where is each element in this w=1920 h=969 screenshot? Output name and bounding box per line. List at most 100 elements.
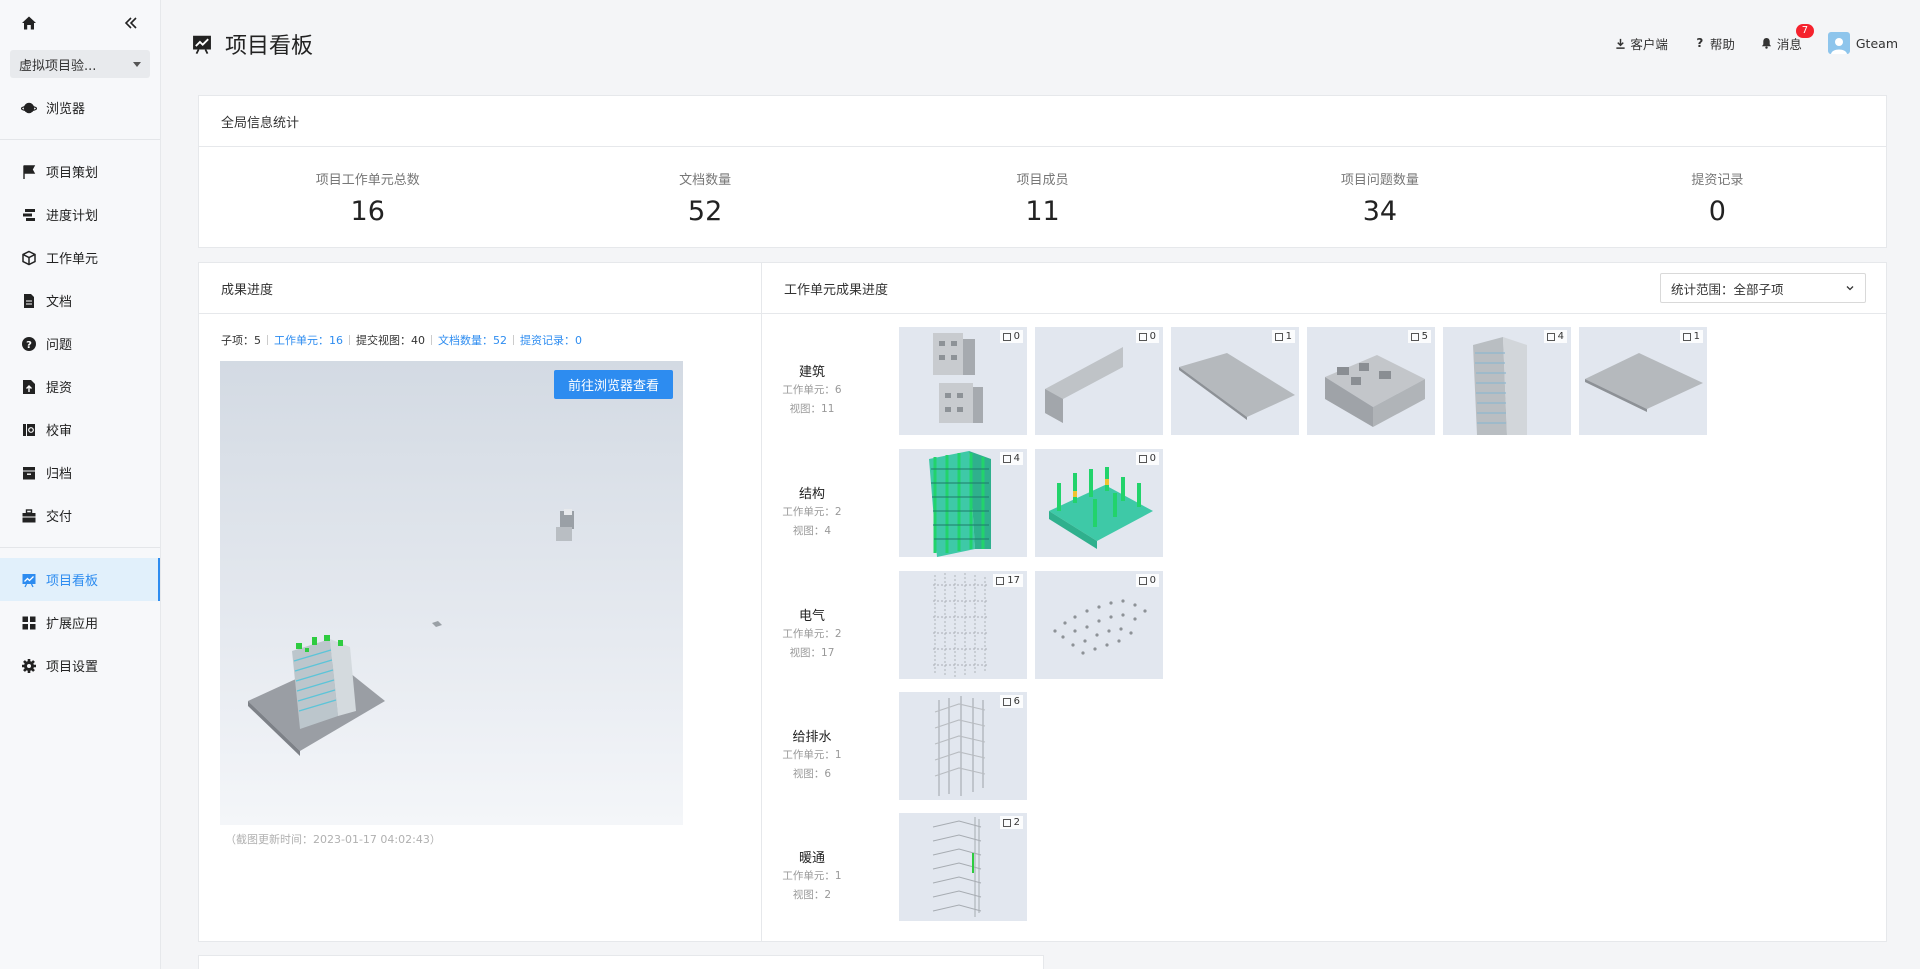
view-thumbnail[interactable]: 0 [1035, 327, 1163, 435]
help-link[interactable]: ? 帮助 [1694, 34, 1735, 53]
messages-link[interactable]: 消息 7 [1761, 23, 1814, 53]
unit-row-label: 结构 工作单元：2 视图：4 [762, 483, 862, 540]
view-thumbnail[interactable]: 4 [1443, 327, 1571, 435]
sidebar-item-label: 扩展应用 [46, 617, 99, 632]
caret-down-icon [133, 61, 141, 67]
discipline-name: 给排水 [792, 730, 832, 745]
upload-file-icon [21, 379, 37, 395]
stat-submissions: 提资记录 0 [1549, 147, 1886, 248]
open-browser-button[interactable]: 前往浏览器查看 [553, 370, 673, 399]
user-menu[interactable]: Gteam [1827, 32, 1898, 54]
stat-members: 项目成员 11 [874, 147, 1211, 248]
stat-label: 项目工作单元总数 [315, 173, 420, 188]
sidebar-item-archive[interactable]: 归档 [0, 451, 160, 494]
sidebar-item-label: 交付 [46, 510, 73, 525]
view-thumbnail[interactable]: 1 [1579, 327, 1707, 435]
sidebar-item-dashboard[interactable]: 项目看板 [0, 558, 160, 601]
view-thumbnail[interactable]: 0 [899, 327, 1027, 435]
view-thumbnail[interactable]: 0 [1035, 449, 1163, 557]
view-thumbnail[interactable]: 6 [899, 692, 1027, 800]
view-count: 1 [1271, 330, 1295, 343]
summary-separator [267, 335, 268, 345]
model-viewer-snapshot: 前往浏览器查看 [220, 361, 683, 825]
help-icon: ? [1696, 36, 1704, 50]
sidebar-item-submissions[interactable]: 提资 [0, 365, 160, 408]
view-count: 17 [993, 574, 1023, 587]
sidebar-item-work-units[interactable]: 工作单元 [0, 236, 160, 279]
unit-row-electrical: 电气 工作单元：2 视图：17 17 0 [762, 571, 1182, 679]
discipline-name: 电气 [798, 609, 825, 624]
gantt-icon [21, 207, 37, 223]
summary-separator [349, 335, 350, 345]
sidebar-item-extensions[interactable]: 扩展应用 [0, 601, 160, 644]
scope-select[interactable]: 统计范围：全部子项 [1660, 273, 1866, 303]
view-count: 6 [999, 695, 1023, 708]
view-thumbnail[interactable]: 0 [1035, 571, 1163, 679]
view-count: 1 [1679, 330, 1703, 343]
sidebar: 虚拟项目验... 浏览器 项目策划 进度计划 工作单元 文档 ? 问题 提资 校… [0, 0, 161, 969]
discipline-views: 视图：11 [789, 403, 835, 415]
project-select-label: 虚拟项目验... [19, 58, 97, 74]
discipline-name: 建筑 [798, 365, 825, 380]
sidebar-item-review[interactable]: 校审 [0, 408, 160, 451]
view-count: 4 [1543, 330, 1567, 343]
download-icon [1614, 37, 1626, 49]
discipline-units: 工作单元：6 [782, 384, 842, 396]
sidebar-item-settings[interactable]: 项目设置 [0, 644, 160, 687]
summary-docs-link[interactable]: 文档数量：52 [438, 332, 507, 348]
sidebar-item-label: 项目看板 [46, 574, 99, 589]
view-thumbnail[interactable]: 5 [1307, 327, 1435, 435]
units-body: 建筑 工作单元：6 视图：11 0 0 1 5 4 1 结构 工作单元：2 视图… [762, 315, 1886, 941]
client-download-link[interactable]: 客户端 [1614, 34, 1668, 53]
sidebar-item-label: 工作单元 [46, 252, 99, 267]
scope-select-value: 统计范围：全部子项 [1671, 281, 1784, 297]
project-select[interactable]: 虚拟项目验... [10, 50, 150, 78]
summary-separator [513, 335, 514, 345]
page-title-text: 项目看板 [225, 34, 314, 59]
view-thumbnail[interactable]: 2 [899, 813, 1027, 921]
document-icon [21, 293, 37, 309]
view-count: 2 [999, 816, 1023, 829]
sidebar-top [0, 0, 160, 46]
planet-icon [21, 100, 37, 116]
sidebar-item-delivery[interactable]: 交付 [0, 494, 160, 537]
progress-summary: 子项：5 工作单元：16 提交视图：40 文档数量：52 提资记录：0 [221, 332, 588, 348]
collapse-icon[interactable] [122, 14, 140, 32]
work-unit-progress-card: 工作单元成果进度 统计范围：全部子项 建筑 工作单元：6 视图：11 0 0 1 [761, 262, 1887, 942]
summary-submits-link[interactable]: 提资记录：0 [520, 332, 582, 348]
sidebar-item-label: 提资 [46, 381, 73, 396]
review-icon [21, 422, 37, 438]
stat-value: 52 [687, 196, 723, 227]
archive-icon [21, 465, 37, 481]
view-count: 0 [1135, 574, 1159, 587]
stat-value: 0 [1708, 196, 1726, 227]
client-label: 客户端 [1630, 36, 1668, 52]
sidebar-item-label: 进度计划 [46, 209, 99, 224]
sidebar-item-browser[interactable]: 浏览器 [0, 86, 160, 129]
stat-documents: 文档数量 52 [536, 147, 873, 248]
sidebar-item-schedule[interactable]: 进度计划 [0, 193, 160, 236]
stat-value: 34 [1362, 196, 1398, 227]
summary-views: 提交视图：40 [356, 334, 425, 347]
sidebar-item-documents[interactable]: 文档 [0, 279, 160, 322]
view-thumbnail[interactable]: 1 [1171, 327, 1299, 435]
global-stats-card: 全局信息统计 项目工作单元总数 16 文档数量 52 项目成员 11 项目问题数… [198, 95, 1887, 248]
chevron-down-icon [1846, 286, 1854, 291]
view-thumbnail[interactable]: 4 [899, 449, 1027, 557]
flag-icon [21, 164, 37, 180]
stat-label: 项目问题数量 [1340, 173, 1419, 188]
home-icon[interactable] [20, 14, 38, 32]
unit-row-structure: 结构 工作单元：2 视图：4 4 0 [762, 449, 1182, 557]
unit-row-label: 电气 工作单元：2 视图：17 [762, 605, 862, 662]
discipline-views: 视图：4 [792, 525, 832, 537]
view-thumbnail[interactable]: 17 [899, 571, 1027, 679]
discipline-name: 结构 [798, 487, 825, 502]
sidebar-item-label: 项目设置 [46, 660, 99, 675]
sidebar-item-issues[interactable]: ? 问题 [0, 322, 160, 365]
view-count: 0 [999, 330, 1023, 343]
next-card-partial [198, 955, 1044, 969]
sidebar-item-planning[interactable]: 项目策划 [0, 150, 160, 193]
summary-units-link[interactable]: 工作单元：16 [274, 332, 343, 348]
question-icon: ? [21, 336, 37, 352]
sidebar-item-label: 浏览器 [46, 102, 86, 117]
